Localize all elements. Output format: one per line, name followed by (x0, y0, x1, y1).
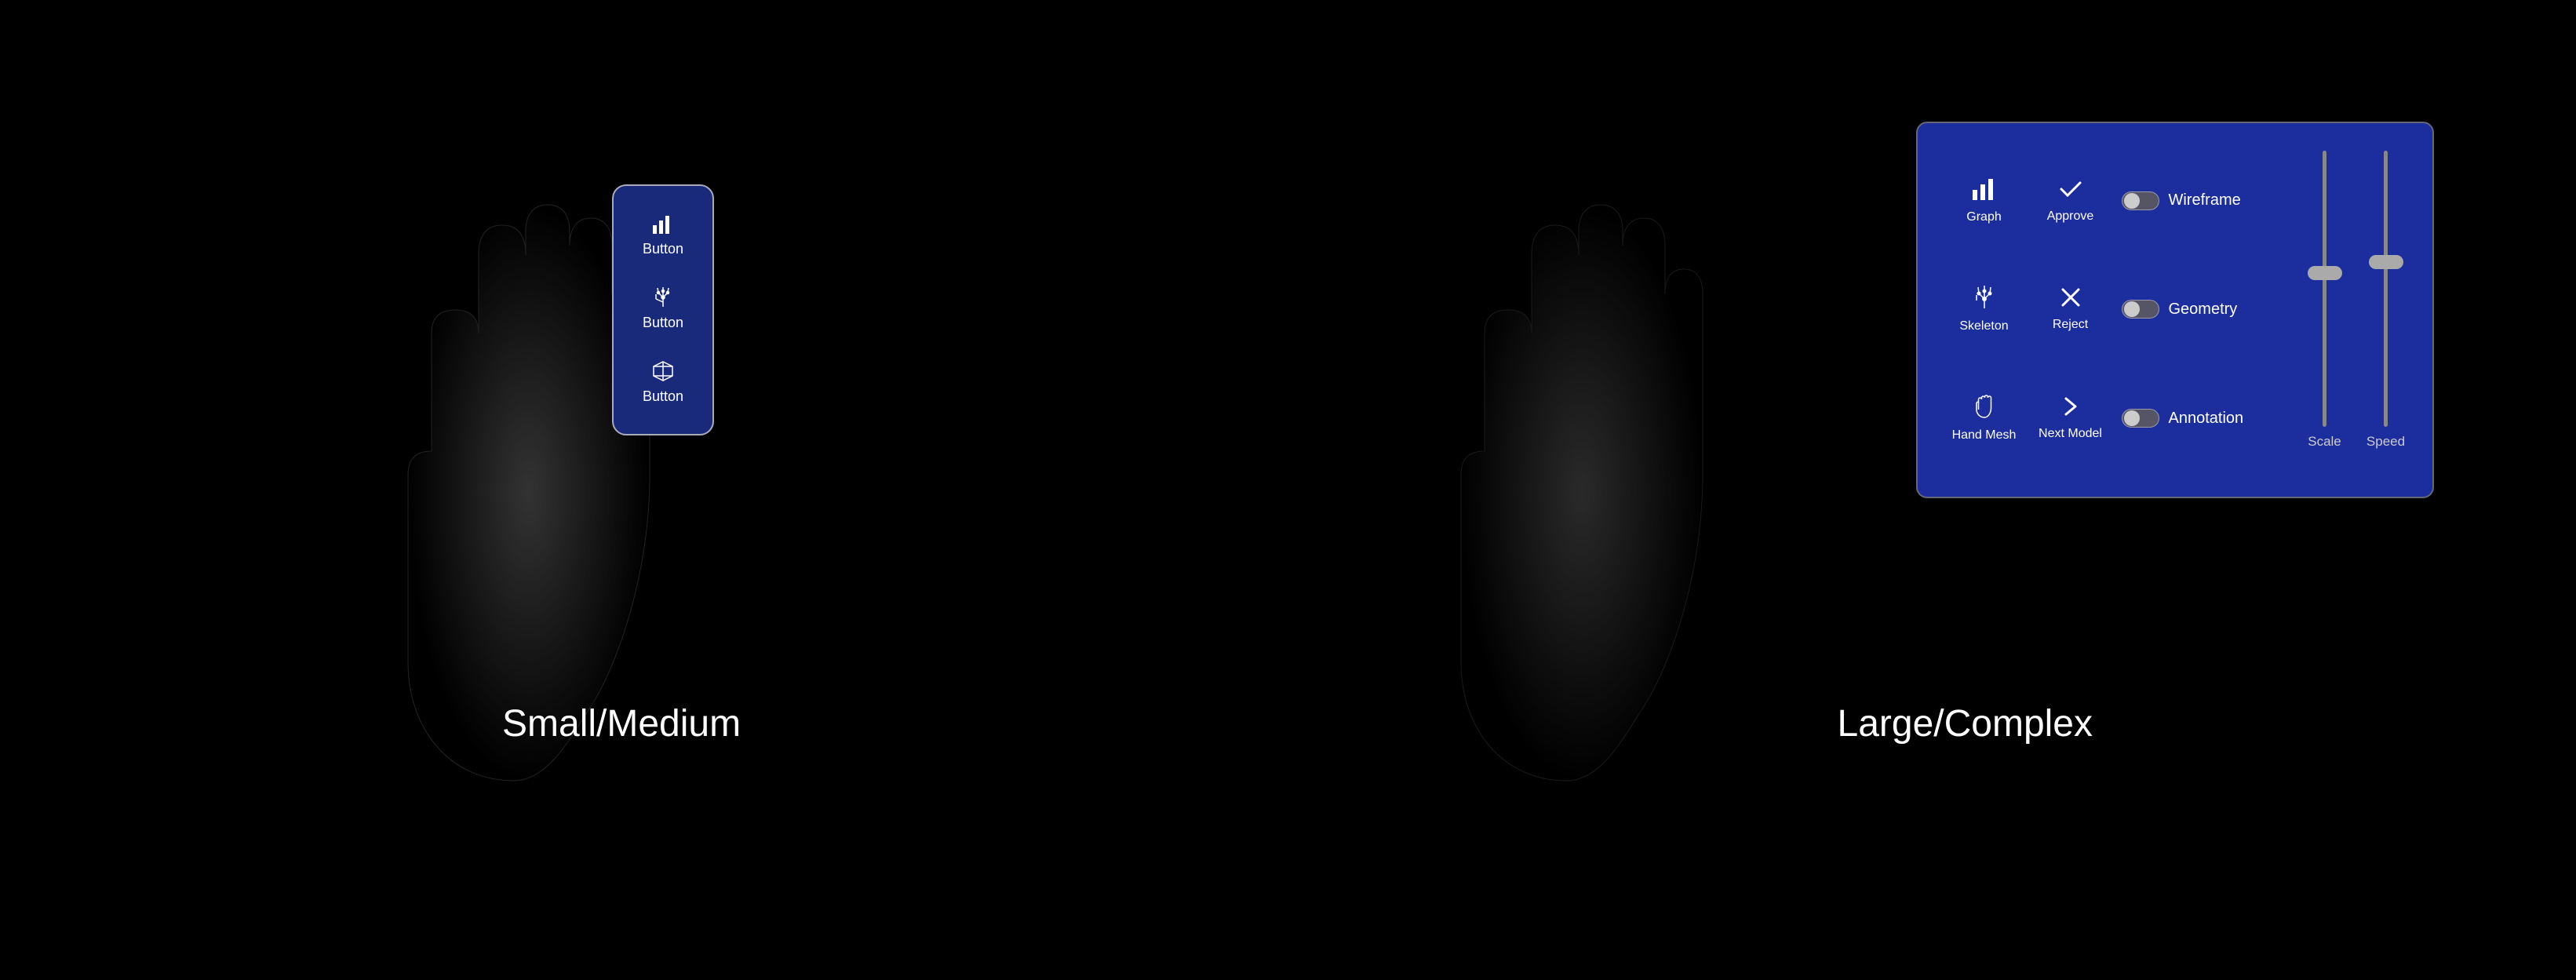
panel-button-label-1: Button (643, 241, 683, 257)
page-root: Button (0, 0, 2576, 980)
ctrl-geometry-toggle[interactable]: Geometry (2114, 255, 2302, 364)
scale-slider-label: Scale (2308, 434, 2341, 450)
ctrl-approve[interactable]: Approve (2028, 147, 2114, 256)
panel-button-model[interactable]: Button (643, 360, 683, 405)
ctrl-annotation-label: Annotation (2169, 410, 2244, 428)
section-small-medium: Button (0, 0, 1287, 980)
ctrl-geometry-label: Geometry (2169, 301, 2238, 319)
cube-icon (652, 360, 674, 385)
ctrl-reject-label: Reject (2053, 318, 2088, 332)
speed-slider-track[interactable] (2384, 151, 2388, 427)
scale-slider[interactable]: Scale (2302, 147, 2348, 450)
ctrl-nextmodel[interactable]: Next Model (2028, 364, 2114, 473)
handmesh-icon (1972, 394, 1997, 424)
ctrl-skeleton-label: Skeleton (1959, 319, 2008, 333)
small-button-panel: Button (612, 184, 714, 435)
ctrl-nextmodel-label: Next Model (2039, 427, 2102, 441)
next-icon (2060, 395, 2082, 423)
scale-slider-thumb[interactable] (2308, 266, 2342, 280)
large-control-panel: Graph Approve Wirefr (1916, 122, 2434, 498)
label-large-complex: Large/Complex (1838, 702, 2093, 745)
approve-icon (2058, 178, 2083, 206)
speed-slider-label: Speed (2366, 434, 2405, 450)
scale-slider-track[interactable] (2323, 151, 2326, 427)
ctrl-handmesh-label: Hand Mesh (1952, 428, 2017, 443)
ctrl-skeleton[interactable]: Skeleton (1941, 255, 2028, 364)
graph-icon (1971, 177, 1998, 206)
skeleton-hand-icon (652, 286, 674, 311)
reject-icon (2058, 286, 2083, 314)
geometry-toggle-switch[interactable] (2122, 300, 2159, 319)
panel-button-graph[interactable]: Button (643, 214, 683, 257)
ctrl-annotation-toggle[interactable]: Annotation (2114, 364, 2302, 473)
ctrl-handmesh[interactable]: Hand Mesh (1941, 364, 2028, 473)
panel-button-label-3: Button (643, 388, 683, 405)
right-hand-silhouette (1422, 98, 1712, 804)
ctrl-reject[interactable]: Reject (2028, 255, 2114, 364)
section-large-complex: Graph Approve Wirefr (1287, 0, 2576, 980)
panel-inner: Graph Approve Wirefr (1918, 123, 2432, 497)
sliders-section: Scale Speed (2302, 147, 2409, 473)
wireframe-toggle-switch[interactable] (2122, 191, 2159, 210)
lg-layout: Graph Approve Wirefr (1383, 59, 2481, 922)
ctrl-graph-label: Graph (1966, 210, 2001, 224)
ctrl-graph[interactable]: Graph (1941, 147, 2028, 256)
ctrl-approve-label: Approve (2047, 209, 2094, 224)
bar-chart-icon (651, 214, 675, 238)
speed-slider[interactable]: Speed (2363, 147, 2409, 450)
ctrl-wireframe-toggle[interactable]: Wireframe (2114, 147, 2302, 256)
skeleton-icon (1972, 285, 1997, 315)
speed-slider-thumb[interactable] (2369, 255, 2403, 269)
ctrl-wireframe-label: Wireframe (2169, 191, 2241, 209)
label-small-medium: Small/Medium (502, 702, 741, 745)
panel-button-skeleton[interactable]: Button (643, 286, 683, 331)
controls-grid: Graph Approve Wirefr (1941, 147, 2302, 473)
sm-layout: Button (369, 59, 918, 922)
annotation-toggle-switch[interactable] (2122, 409, 2159, 428)
panel-button-label-2: Button (643, 315, 683, 331)
